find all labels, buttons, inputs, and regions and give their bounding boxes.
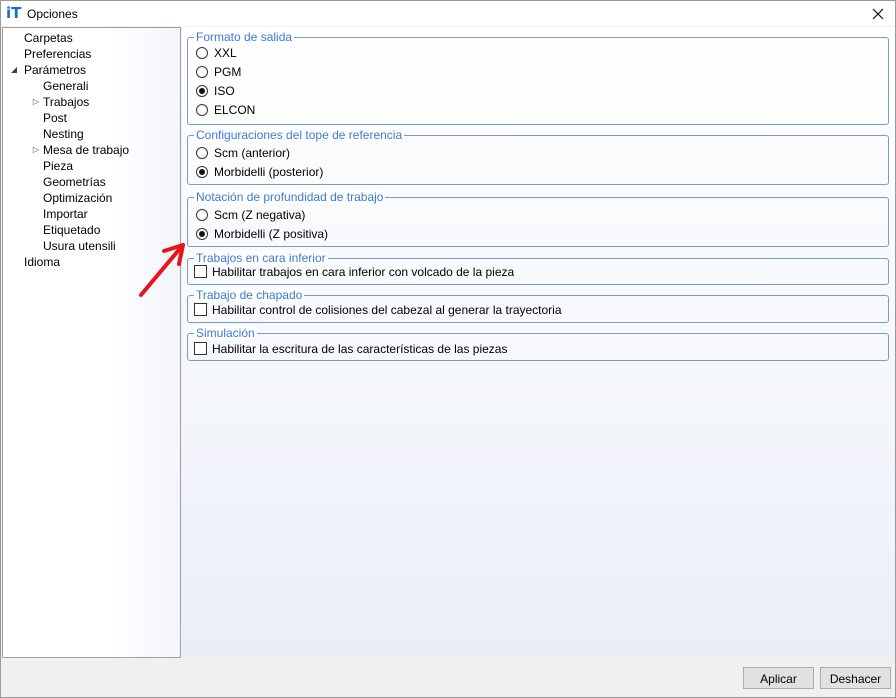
tree-item-label: Usura utensili	[43, 239, 116, 253]
window-title: Opciones	[27, 7, 78, 21]
options-window: iT Opciones Carpetas Preferencias ◢ Parámet…	[0, 0, 896, 698]
title-bar: iT Opciones	[1, 1, 895, 26]
tree-item-mesa-de-trabajo[interactable]: ▷ Mesa de trabajo	[33, 142, 130, 158]
radio-elcon-label: ELCON	[214, 103, 256, 117]
tree-item-idioma[interactable]: Idioma	[24, 254, 60, 270]
radio-morbidelli-z-positiva-label: Morbidelli (Z positiva)	[214, 227, 329, 241]
tree-item-label: Geometrías	[43, 175, 106, 189]
bottom-face-group: Trabajos en cara inferior Habilitar trab…	[187, 251, 889, 285]
radio-pgm-label: PGM	[214, 65, 242, 79]
tree-item-optimizacion[interactable]: Optimización	[43, 190, 112, 206]
tree-item-preferencias[interactable]: Preferencias	[24, 46, 91, 62]
tree-item-label: Idioma	[24, 255, 61, 269]
tree-item-carpetas[interactable]: Carpetas	[24, 30, 73, 46]
radio-morbidelli-posterior-button[interactable]	[196, 166, 208, 178]
edgebanding-checkbox-label: Habilitar control de colisiones del cabe…	[212, 303, 562, 317]
tree-item-label: Generali	[43, 79, 89, 93]
radio-pgm-button[interactable]	[196, 66, 208, 78]
tree-item-label: Mesa de trabajo	[43, 143, 130, 157]
tree-item-parametros[interactable]: ◢ Parámetros	[11, 62, 87, 78]
tree-item-generali[interactable]: Generali	[43, 78, 88, 94]
tree-item-label: Importar	[43, 207, 88, 221]
simulation-checkbox-label: Habilitar la escritura de las caracterís…	[212, 342, 508, 356]
tree-item-trabajos[interactable]: ▷ Trabajos	[33, 94, 90, 110]
bottom-face-title: Trabajos en cara inferior	[194, 251, 328, 265]
reference-stop-group: Configuraciones del tope de referencia S…	[187, 128, 889, 185]
radio-morbidelli-z-positiva-button[interactable]	[196, 228, 208, 240]
close-button[interactable]	[861, 1, 895, 26]
radio-scm-anterior-button[interactable]	[196, 147, 208, 159]
bottom-face-checkbox-label: Habilitar trabajos en cara inferior con …	[212, 265, 515, 279]
tree-item-importar[interactable]: Importar	[43, 206, 88, 222]
tree-item-label: Nesting	[43, 127, 84, 141]
simulation-group: Simulación Habilitar la escritura de las…	[187, 326, 889, 361]
simulation-title: Simulación	[194, 326, 257, 340]
edgebanding-group: Trabajo de chapado Habilitar control de …	[187, 288, 889, 323]
bottom-face-checkbox[interactable]	[194, 265, 207, 278]
reference-stop-title: Configuraciones del tope de referencia	[194, 128, 405, 142]
tree-item-label: Parámetros	[24, 63, 87, 77]
close-icon	[872, 8, 884, 19]
expand-triangle-icon[interactable]: ▷	[31, 142, 41, 158]
tree-item-post[interactable]: Post	[43, 110, 67, 126]
tree-item-label: Preferencias	[24, 47, 92, 61]
it-logo-icon: iT	[6, 4, 22, 22]
tree-item-label: Carpetas	[24, 31, 73, 45]
collapse-triangle-icon[interactable]: ◢	[9, 62, 19, 78]
tree-item-etiquetado[interactable]: Etiquetado	[43, 222, 100, 238]
tree-item-label: Etiquetado	[43, 223, 101, 237]
radio-xxl-label: XXL	[214, 46, 237, 60]
tree-item-usura-utensili[interactable]: Usura utensili	[43, 238, 116, 254]
radio-scm-z-negativa-button[interactable]	[196, 209, 208, 221]
radio-morbidelli-posterior-label: Morbidelli (posterior)	[214, 165, 324, 179]
radio-scm-anterior-label: Scm (anterior)	[214, 146, 291, 160]
apply-button[interactable]: Aplicar	[743, 667, 814, 689]
tree-item-geometrias[interactable]: Geometrías	[43, 174, 106, 190]
tree-item-label: Trabajos	[43, 95, 90, 109]
output-format-group: Formato de salida XXL PGM ISO ELCON	[187, 30, 889, 125]
depth-notation-title: Notación de profundidad de trabajo	[194, 190, 386, 204]
radio-iso-button[interactable]	[196, 85, 208, 97]
radio-scm-z-negativa-label: Scm (Z negativa)	[214, 208, 306, 222]
tree-item-label: Post	[43, 111, 68, 125]
annotation-arrow-icon	[139, 243, 185, 297]
tree-item-pieza[interactable]: Pieza	[43, 158, 73, 174]
edgebanding-checkbox[interactable]	[194, 303, 207, 316]
tree-item-label: Optimización	[43, 191, 113, 205]
undo-button[interactable]: Deshacer	[820, 667, 891, 689]
radio-elcon-button[interactable]	[196, 104, 208, 116]
tree-item-label: Pieza	[43, 159, 74, 173]
depth-notation-group: Notación de profundidad de trabajo Scm (…	[187, 190, 889, 247]
output-format-title: Formato de salida	[194, 30, 295, 44]
edgebanding-title: Trabajo de chapado	[194, 288, 305, 302]
parameters-panel: Formato de salida XXL PGM ISO ELCON Conf…	[182, 27, 895, 658]
tree-item-nesting[interactable]: Nesting	[43, 126, 84, 142]
radio-xxl-button[interactable]	[196, 47, 208, 59]
expand-triangle-icon[interactable]: ▷	[31, 94, 41, 110]
simulation-checkbox[interactable]	[194, 342, 207, 355]
options-tree: Carpetas Preferencias ◢ Parámetros Generali ▷…	[2, 27, 181, 658]
radio-iso-label: ISO	[214, 84, 235, 98]
